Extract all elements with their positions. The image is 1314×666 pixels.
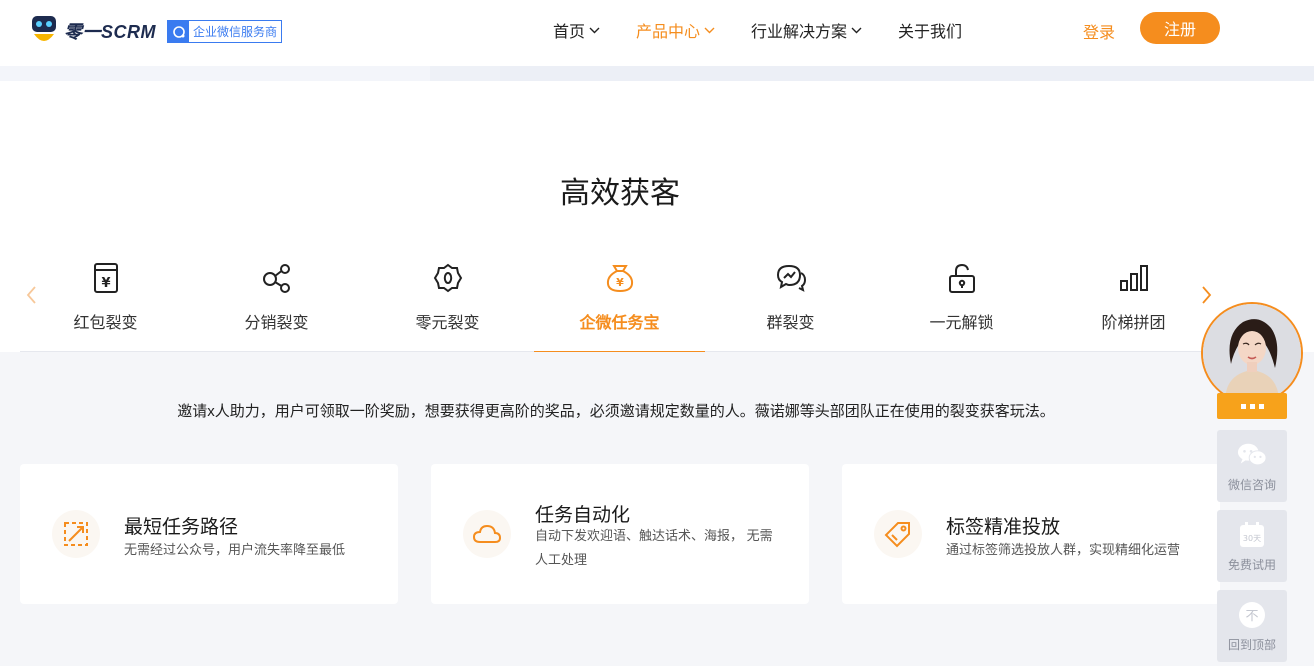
nav-label: 关于我们	[898, 24, 963, 41]
tab-label: 一元解锁	[929, 315, 994, 332]
tab-group-fission[interactable]: 群裂变	[705, 255, 876, 352]
tab-one-yuan-unlock[interactable]: 一元解锁	[876, 255, 1047, 352]
feature-description: 邀请x人助力，用户可领取一阶奖励，想要获得更高阶的奖品，必须邀请规定数量的人。薇…	[177, 403, 1055, 420]
svg-text:¥: ¥	[101, 276, 110, 291]
band-decoration	[430, 66, 500, 81]
chevron-down-icon	[851, 27, 862, 33]
zero-badge-icon	[431, 261, 465, 295]
nav-item-solutions[interactable]: 行业解决方案	[751, 18, 862, 42]
dot	[1249, 403, 1255, 409]
tab-label: 阶梯拼团	[1101, 315, 1166, 332]
side-button-label: 微信咨询	[1227, 478, 1276, 492]
brand-name: 零一SCRM	[64, 22, 156, 42]
badge-label: 企业微信服务商	[193, 25, 278, 39]
svg-text:30天: 30天	[1243, 534, 1261, 543]
feature-tabs: ¥ 红包裂变 分销裂变 零元裂变 ¥ 企微任务宝 群裂变 一元解锁 阶梯拼团	[20, 255, 1220, 353]
card-subtitle: 通过标签筛选投放人群，实现精细化运营	[946, 542, 1181, 557]
money-bag-icon: ¥	[603, 261, 637, 295]
tab-content-panel: 邀请x人助力，用户可领取一阶奖励，想要获得更高阶的奖品，必须邀请规定数量的人。薇…	[0, 352, 1314, 666]
cloud-icon	[463, 510, 511, 558]
wechat-icon	[1237, 440, 1267, 470]
nav-label: 产品中心	[636, 24, 701, 41]
more-options-button[interactable]	[1217, 393, 1287, 419]
brand-logo[interactable]: 零一SCRM	[30, 14, 156, 48]
bar-steps-icon	[1117, 261, 1151, 295]
card-title: 最短任务路径	[124, 517, 239, 538]
chevron-down-icon	[589, 27, 600, 33]
hero-bottom-band	[0, 66, 1314, 81]
tab-label: 分销裂变	[244, 315, 309, 332]
site-header: 零一SCRM 企业微信服务商 首页 产品中心 行业解决方案 关于我们 登录 注册	[0, 0, 1314, 62]
side-button-label: 免费试用	[1227, 558, 1276, 572]
main-nav: 首页 产品中心 行业解决方案 关于我们	[553, 18, 998, 42]
nav-item-products[interactable]: 产品中心	[636, 18, 715, 42]
tab-red-envelope[interactable]: ¥ 红包裂变	[20, 255, 191, 352]
login-link[interactable]: 登录	[1083, 19, 1115, 43]
wecom-icon	[168, 21, 189, 42]
card-subtitle: 自动下发欢迎语、触达话术、海报， 无需人工处理	[535, 528, 773, 567]
red-envelope-icon: ¥	[89, 261, 123, 295]
dot	[1240, 403, 1246, 409]
dot	[1258, 403, 1264, 409]
section-title: 高效获客	[560, 177, 680, 210]
side-button-label: 回到顶部	[1227, 638, 1276, 652]
tab-label: 企微任务宝	[579, 315, 660, 332]
nav-item-about[interactable]: 关于我们	[898, 18, 962, 42]
tab-label: 红包裂变	[73, 315, 138, 332]
feature-card: 最短任务路径 无需经过公众号，用户流失率降至最低	[20, 464, 398, 604]
tab-label: 零元裂变	[415, 315, 480, 332]
tab-distribution[interactable]: 分销裂变	[191, 255, 362, 352]
share-nodes-icon	[260, 261, 294, 295]
tag-icon	[874, 510, 922, 558]
shortest-path-icon	[52, 510, 100, 558]
unlock-icon	[945, 261, 979, 295]
wechat-consult-button[interactable]: 微信咨询	[1217, 430, 1287, 502]
tab-zero-fission[interactable]: 零元裂变	[362, 255, 533, 352]
svg-text:¥: ¥	[616, 276, 624, 289]
back-to-top-icon: 不	[1237, 600, 1267, 630]
back-to-top-button[interactable]: 不 回到顶部	[1217, 590, 1287, 662]
feature-card: 标签精准投放 通过标签筛选投放人群，实现精细化运营	[842, 464, 1220, 604]
consultant-portrait-icon	[1203, 304, 1301, 402]
tab-label: 群裂变	[766, 315, 815, 332]
card-title: 任务自动化	[535, 505, 631, 526]
band-decoration	[500, 66, 1314, 81]
free-trial-button[interactable]: 30天 免费试用	[1217, 510, 1287, 582]
card-subtitle: 无需经过公众号，用户流失率降至最低	[124, 542, 346, 557]
chat-bubbles-icon	[774, 261, 808, 295]
tab-task-treasure[interactable]: ¥ 企微任务宝	[534, 255, 705, 353]
robot-logo-icon	[32, 16, 56, 41]
chevron-down-icon	[704, 27, 715, 33]
feature-card: 任务自动化 自动下发欢迎语、触达话术、海报， 无需人工处理	[431, 464, 809, 604]
nav-item-home[interactable]: 首页	[553, 18, 600, 42]
calendar-icon: 30天	[1237, 520, 1267, 550]
card-title: 标签精准投放	[946, 517, 1061, 538]
register-button[interactable]: 注册	[1140, 12, 1220, 44]
nav-label: 行业解决方案	[751, 24, 848, 41]
tab-tiered-group-buy[interactable]: 阶梯拼团	[1048, 255, 1219, 352]
consultant-avatar[interactable]	[1201, 302, 1303, 404]
svg-text:不: 不	[1245, 609, 1258, 624]
service-provider-badge: 企业微信服务商	[167, 20, 283, 43]
nav-label: 首页	[553, 24, 586, 41]
